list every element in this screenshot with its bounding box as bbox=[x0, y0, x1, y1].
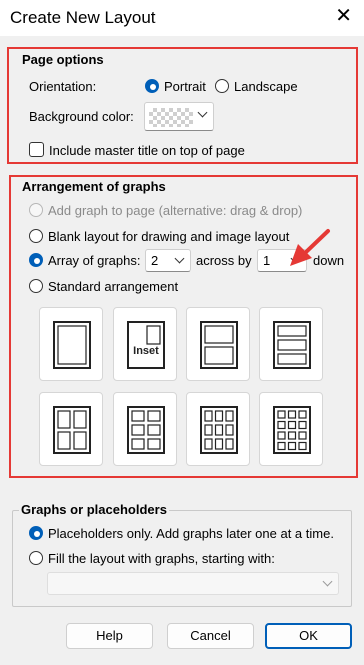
transparent-swatch bbox=[149, 108, 193, 127]
close-icon[interactable]: ✕ bbox=[335, 6, 352, 26]
graphs-placeholders-title: Graphs or placeholders bbox=[19, 502, 169, 517]
array-of-graphs-label[interactable]: Array of graphs: bbox=[48, 253, 141, 268]
layout-inset-icon: Inset bbox=[127, 321, 165, 369]
help-button[interactable]: Help bbox=[66, 623, 153, 649]
standard-arrangement-radio[interactable] bbox=[29, 279, 43, 293]
landscape-radio[interactable] bbox=[215, 79, 229, 93]
include-master-title-checkbox[interactable] bbox=[29, 142, 44, 157]
add-graph-radio bbox=[29, 203, 43, 217]
ok-button[interactable]: OK bbox=[265, 623, 352, 649]
chevron-down-icon bbox=[174, 253, 185, 264]
portrait-radio[interactable] bbox=[145, 79, 159, 93]
fill-graph-dropdown bbox=[47, 572, 339, 595]
chevron-down-icon bbox=[322, 576, 333, 587]
landscape-label[interactable]: Landscape bbox=[234, 79, 298, 94]
layout-two-by-three-icon bbox=[127, 406, 165, 454]
layout-single-button[interactable] bbox=[39, 307, 103, 381]
arrangement-title: Arrangement of graphs bbox=[20, 179, 168, 194]
placeholders-only-radio[interactable] bbox=[29, 526, 43, 540]
layout-two-by-two-icon bbox=[53, 406, 91, 454]
background-color-label: Background color: bbox=[29, 109, 134, 124]
layout-three-by-three-button[interactable] bbox=[186, 392, 250, 466]
across-count-dropdown[interactable]: 2 bbox=[145, 249, 191, 272]
layout-single-icon bbox=[53, 321, 91, 369]
background-color-dropdown[interactable] bbox=[144, 102, 214, 131]
across-by-label: across by bbox=[196, 253, 252, 268]
fill-layout-radio[interactable] bbox=[29, 551, 43, 565]
across-count-value: 2 bbox=[151, 253, 159, 268]
portrait-label[interactable]: Portrait bbox=[164, 79, 206, 94]
dialog-title: Create New Layout bbox=[10, 8, 156, 27]
blank-layout-label[interactable]: Blank layout for drawing and image layou… bbox=[48, 229, 289, 244]
orientation-label: Orientation: bbox=[29, 79, 97, 94]
layout-inset-button[interactable]: Inset bbox=[113, 307, 177, 381]
title-bar: Create New Layout ✕ bbox=[0, 0, 364, 36]
down-count-value: 1 bbox=[263, 253, 271, 268]
chevron-down-icon bbox=[197, 107, 208, 118]
layout-two-stacked-icon bbox=[200, 321, 238, 369]
layout-two-stacked-button[interactable] bbox=[186, 307, 250, 381]
array-of-graphs-radio[interactable] bbox=[29, 253, 43, 267]
fill-layout-label[interactable]: Fill the layout with graphs, starting wi… bbox=[48, 551, 275, 566]
cancel-button[interactable]: Cancel bbox=[167, 623, 254, 649]
layout-three-stacked-icon bbox=[273, 321, 311, 369]
annotation-arrow-icon bbox=[290, 229, 330, 266]
layout-three-by-four-icon bbox=[273, 406, 311, 454]
placeholders-only-label[interactable]: Placeholders only. Add graphs later one … bbox=[48, 526, 334, 541]
layout-three-by-four-button[interactable] bbox=[259, 392, 323, 466]
blank-layout-radio[interactable] bbox=[29, 229, 43, 243]
layout-three-stacked-button[interactable] bbox=[259, 307, 323, 381]
page-options-title: Page options bbox=[20, 52, 106, 67]
include-master-title-label[interactable]: Include master title on top of page bbox=[49, 143, 245, 158]
inset-text: Inset bbox=[133, 345, 159, 357]
standard-arrangement-label[interactable]: Standard arrangement bbox=[48, 279, 178, 294]
layout-three-by-three-icon bbox=[200, 406, 238, 454]
layout-two-by-three-button[interactable] bbox=[113, 392, 177, 466]
add-graph-label: Add graph to page (alternative: drag & d… bbox=[48, 203, 303, 218]
layout-two-by-two-button[interactable] bbox=[39, 392, 103, 466]
